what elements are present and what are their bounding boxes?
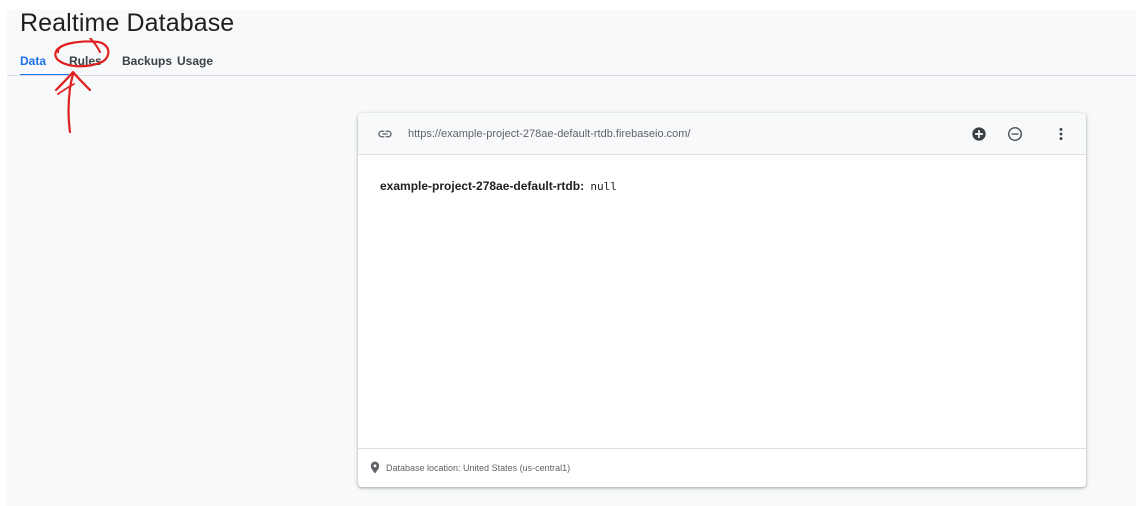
database-tree: example-project-278ae-default-rtdb: null bbox=[358, 155, 1086, 448]
tree-root-node[interactable]: example-project-278ae-default-rtdb: null bbox=[380, 179, 617, 194]
tab-rules[interactable]: Rules bbox=[69, 54, 122, 76]
tab-backups[interactable]: Backups bbox=[122, 54, 177, 76]
location-pin-icon bbox=[370, 461, 380, 474]
add-circle-icon[interactable] bbox=[969, 124, 989, 144]
database-location-footer: Database location: United States (us-cen… bbox=[358, 448, 1086, 487]
link-icon bbox=[378, 130, 392, 138]
node-key: example-project-278ae-default-rtdb bbox=[380, 179, 581, 193]
database-url[interactable]: https://example-project-278ae-default-rt… bbox=[408, 127, 690, 141]
tab-bar-divider bbox=[7, 75, 1136, 76]
node-value[interactable]: null bbox=[590, 180, 617, 193]
more-vert-icon[interactable] bbox=[1051, 124, 1071, 144]
tab-data[interactable]: Data bbox=[20, 54, 69, 76]
database-card: https://example-project-278ae-default-rt… bbox=[358, 113, 1086, 487]
node-separator: : bbox=[580, 179, 585, 193]
remove-circle-icon[interactable] bbox=[1005, 124, 1025, 144]
database-location: Database location: United States (us-cen… bbox=[386, 463, 571, 473]
tab-bar: Data Rules Backups Usage bbox=[20, 54, 217, 76]
tab-usage[interactable]: Usage bbox=[177, 54, 217, 76]
database-url-bar: https://example-project-278ae-default-rt… bbox=[358, 113, 1086, 155]
page-title: Realtime Database bbox=[20, 9, 235, 37]
page: Realtime Database Data Rules Backups Usa… bbox=[0, 0, 1136, 506]
